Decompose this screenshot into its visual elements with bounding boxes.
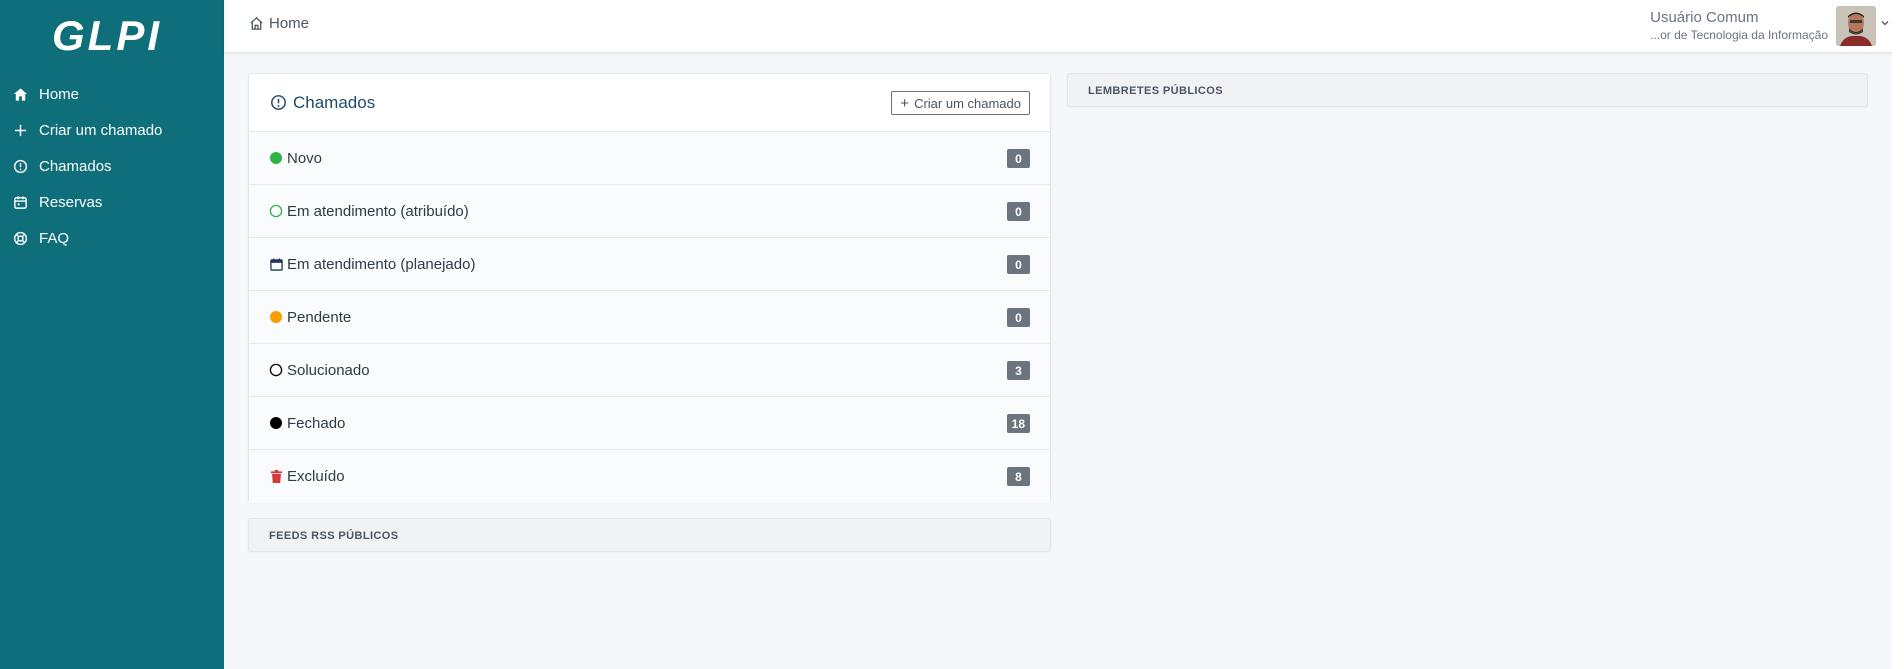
sidebar-item-tickets[interactable]: Chamados <box>0 148 224 184</box>
plus-icon: + <box>900 94 910 112</box>
trash-icon <box>269 470 283 484</box>
home-outline-icon <box>250 16 263 30</box>
status-count-badge: 0 <box>1007 308 1030 327</box>
breadcrumb[interactable]: Home <box>249 15 309 32</box>
status-label: Solucionado <box>287 361 370 379</box>
sidebar-item-reservations[interactable]: Reservas <box>0 184 224 220</box>
scrollbar-track[interactable] <box>1892 0 1904 669</box>
sidebar-item-faq[interactable]: FAQ <box>0 220 224 256</box>
plus-icon <box>12 122 28 138</box>
rss-feeds-card[interactable]: FEEDS RSS PÚBLICOS <box>248 518 1051 552</box>
filled-orange-circle-icon <box>269 310 283 324</box>
status-count-badge: 8 <box>1007 467 1030 486</box>
breadcrumb-home[interactable]: Home <box>269 15 309 32</box>
status-label: Em atendimento (planejado) <box>287 255 476 273</box>
status-row-new[interactable]: Novo 0 <box>249 132 1050 185</box>
status-row-closed[interactable]: Fechado 18 <box>249 397 1050 450</box>
tickets-card: Chamados + Criar um chamado Novo 0 Em at… <box>248 73 1051 503</box>
logo-text: GLPI <box>52 12 163 59</box>
status-label: Excluído <box>287 468 345 485</box>
rss-feeds-title: FEEDS RSS PÚBLICOS <box>269 530 399 542</box>
outline-green-circle-icon <box>269 204 283 218</box>
sidebar-item-home[interactable]: Home <box>0 76 224 112</box>
status-row-deleted[interactable]: Excluído 8 <box>249 450 1050 503</box>
chevron-down-icon[interactable] <box>1880 18 1890 28</box>
lifebuoy-icon <box>12 230 28 246</box>
sidebar-item-label: Reservas <box>39 193 103 211</box>
user-menu[interactable]: Usuário Comum ...or de Tecnologia da Inf… <box>1650 6 1876 46</box>
glpi-logo[interactable]: GLPI <box>52 12 162 60</box>
sidebar-item-create-ticket[interactable]: Criar um chamado <box>0 112 224 148</box>
outline-black-circle-icon <box>269 363 283 377</box>
alert-circle-icon <box>271 95 286 110</box>
status-label: Em atendimento (atribuído) <box>287 202 469 220</box>
status-count-badge: 18 <box>1006 414 1030 433</box>
user-info: Usuário Comum ...or de Tecnologia da Inf… <box>1650 9 1828 43</box>
user-name: Usuário Comum <box>1650 9 1759 26</box>
filled-black-circle-icon <box>269 416 283 430</box>
status-label: Pendente <box>287 308 352 326</box>
sidebar-item-label: FAQ <box>39 229 70 247</box>
status-count-badge: 0 <box>1007 202 1030 221</box>
sidebar-item-label: Chamados <box>39 157 112 175</box>
status-count-badge: 0 <box>1007 255 1030 274</box>
create-ticket-button[interactable]: + Criar um chamado <box>891 91 1030 115</box>
status-row-pending[interactable]: Pendente 0 <box>249 291 1050 344</box>
calendar-icon <box>269 257 283 271</box>
sidebar-item-label: Criar um chamado <box>39 121 163 139</box>
tickets-card-header: Chamados + Criar um chamado <box>249 74 1050 132</box>
status-row-planned[interactable]: Em atendimento (planejado) 0 <box>249 238 1050 291</box>
user-entity: ...or de Tecnologia da Informação <box>1650 28 1828 42</box>
status-row-solved[interactable]: Solucionado 3 <box>249 344 1050 397</box>
avatar[interactable] <box>1836 6 1876 46</box>
status-label: Novo <box>287 149 323 167</box>
filled-green-circle-icon <box>269 151 283 165</box>
topbar: Home Usuário Comum ...or de Tecnologia d… <box>224 0 1892 53</box>
sidebar-nav: Home Criar um chamado Chamados Reservas … <box>0 76 224 256</box>
tickets-title-text: Chamados <box>293 92 376 112</box>
status-count-badge: 0 <box>1007 149 1030 168</box>
public-reminders-card[interactable]: LEMBRETES PÚBLICOS <box>1067 73 1868 107</box>
status-count-badge: 3 <box>1007 361 1030 380</box>
status-row-assigned[interactable]: Em atendimento (atribuído) 0 <box>249 185 1050 238</box>
alert-circle-icon <box>12 158 28 174</box>
public-reminders-title: LEMBRETES PÚBLICOS <box>1088 85 1223 97</box>
calendar-icon <box>12 194 28 210</box>
sidebar: GLPI Home Criar um chamado Chamados Rese… <box>0 0 224 669</box>
sidebar-item-label: Home <box>39 85 80 103</box>
ticket-status-list: Novo 0 Em atendimento (atribuído) 0 Em a… <box>249 132 1050 503</box>
tickets-card-title[interactable]: Chamados <box>270 93 375 113</box>
status-label: Fechado <box>287 414 346 432</box>
home-icon <box>12 86 28 102</box>
create-ticket-label: Criar um chamado <box>914 95 1021 111</box>
